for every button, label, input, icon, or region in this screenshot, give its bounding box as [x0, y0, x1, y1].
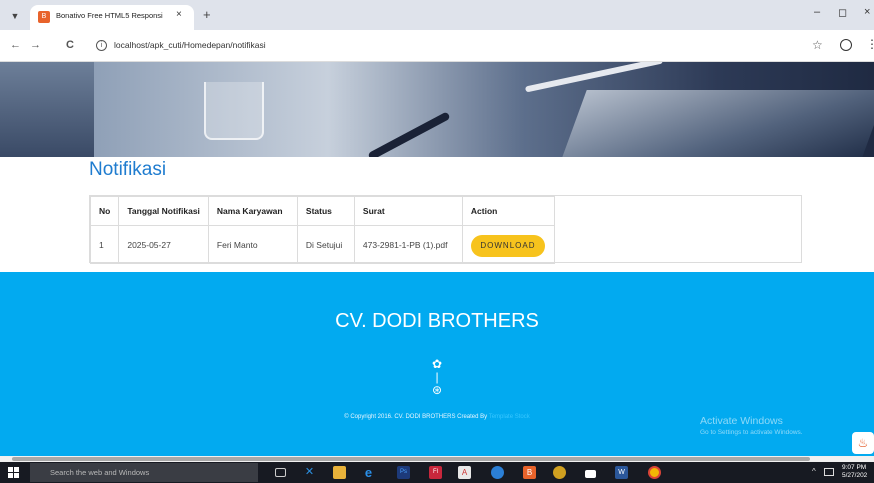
notification-icon[interactable]	[824, 468, 834, 476]
activate-title: Activate Windows	[700, 415, 783, 427]
cell-surat: 473-2981-1-PB (1).pdf	[353, 225, 463, 264]
taskbar-clock[interactable]: 9:07 PM 5/27/202	[842, 464, 874, 480]
windows-start-icon[interactable]	[8, 467, 20, 479]
notification-table-container: No Tanggal Notifikasi Nama Karyawan Stat…	[89, 195, 802, 264]
cell-nama: Feri Manto	[207, 225, 298, 264]
download-button[interactable]: DOWNLOAD	[470, 235, 545, 257]
table-row: 1 2025-05-27 Feri Manto Di Setujui 473-2…	[89, 225, 555, 264]
taskbar-search-placeholder: Search the web and Windows	[50, 468, 150, 477]
taskbar: Search the web and Windows ✕ e Ps Fl A B…	[0, 462, 874, 483]
col-header-tanggal: Tanggal Notifikasi	[118, 196, 209, 226]
word-icon[interactable]: W	[615, 466, 628, 479]
activate-subtitle: Go to Settings to activate Windows.	[700, 429, 803, 436]
activate-windows-watermark: Activate Windows Go to Settings to activ…	[700, 415, 870, 436]
hero-pen-dark-shape	[367, 111, 451, 157]
tray-chevron-icon[interactable]: ^	[812, 467, 816, 476]
back-button[interactable]: ←	[10, 39, 21, 51]
footer-brand: CV. DODI BROTHERS	[335, 310, 539, 332]
hero-laptop-shape	[561, 90, 874, 157]
browser-menu-icon[interactable]: ⋮	[866, 37, 874, 51]
xampp-icon[interactable]	[553, 466, 566, 479]
hero-glass-shape	[204, 82, 264, 140]
hero-pen-shape	[524, 62, 664, 93]
chrome-icon[interactable]	[648, 466, 661, 479]
address-bar: ← → C i localhost/apk_cuti/Homedepan/not…	[0, 30, 874, 62]
col-header-action: Action	[461, 196, 555, 226]
table-header-row: No Tanggal Notifikasi Nama Karyawan Stat…	[89, 196, 555, 226]
cell-tanggal: 2025-05-27	[118, 225, 209, 264]
edge-icon[interactable]: e	[362, 466, 375, 479]
site-info-icon[interactable]: i	[96, 40, 107, 51]
taskbar-search-input[interactable]: Search the web and Windows	[30, 463, 258, 482]
file-explorer-icon[interactable]	[333, 466, 346, 479]
copyright-link[interactable]: Template Stock	[489, 414, 530, 420]
mail-icon[interactable]	[585, 470, 596, 478]
footer: CV. DODI BROTHERS ✿ | ⊛ © Copyright 2016. …	[0, 272, 874, 458]
page-title: Notifikasi	[89, 159, 167, 180]
app-icon[interactable]: B	[523, 466, 536, 479]
col-header-status: Status	[296, 196, 355, 226]
col-header-surat: Surat	[353, 196, 463, 226]
notification-table: No Tanggal Notifikasi Nama Karyawan Stat…	[89, 196, 555, 264]
hero-banner-left	[0, 62, 94, 157]
maximize-button[interactable]: ◻	[838, 6, 847, 19]
acrobat-icon[interactable]: A	[458, 466, 471, 479]
browser-tab[interactable]: B Bonativo Free HTML5 Responsi ×	[30, 5, 194, 30]
twitter-icon[interactable]: ✿ | ⊛	[427, 358, 447, 398]
window-close-button[interactable]: ×	[864, 6, 870, 18]
bookmark-star-icon[interactable]: ☆	[812, 38, 823, 52]
filezilla-icon[interactable]: Fl	[429, 466, 442, 479]
hero-banner	[94, 62, 874, 157]
url-input[interactable]: localhost/apk_cuti/Homedepan/notifikasi	[114, 40, 266, 50]
clock-time: 9:07 PM	[842, 464, 867, 471]
tab-title: Bonativo Free HTML5 Responsi	[56, 11, 163, 20]
photoshop-icon[interactable]: Ps	[397, 466, 410, 479]
cell-status: Di Setujui	[296, 225, 355, 264]
col-header-nama: Nama Karyawan	[207, 196, 298, 226]
flame-icon[interactable]: ♨	[852, 432, 874, 454]
new-tab-button[interactable]: +	[203, 7, 211, 22]
profile-icon[interactable]	[840, 39, 852, 51]
vscode-icon[interactable]: ✕	[303, 466, 316, 479]
cell-action: DOWNLOAD	[461, 225, 555, 264]
reload-button[interactable]: C	[66, 39, 74, 51]
task-view-icon[interactable]	[275, 468, 286, 477]
copyright-text: © Copyright 2016. CV. DODI BROTHERS Crea…	[344, 414, 488, 420]
scrollbar-thumb[interactable]	[12, 457, 810, 461]
forward-button[interactable]: →	[30, 39, 41, 51]
cell-no: 1	[89, 225, 120, 264]
col-header-no: No	[89, 196, 120, 226]
store-icon[interactable]	[491, 466, 504, 479]
tab-list-chevron-icon[interactable]: ▼	[8, 9, 22, 23]
minimize-button[interactable]: –	[814, 6, 820, 18]
browser-tab-bar: ▼ B Bonativo Free HTML5 Responsi × + – ◻…	[0, 0, 874, 30]
favicon-icon: B	[38, 11, 50, 23]
tab-close-icon[interactable]: ×	[176, 9, 182, 20]
clock-date: 5/27/202	[842, 472, 868, 479]
